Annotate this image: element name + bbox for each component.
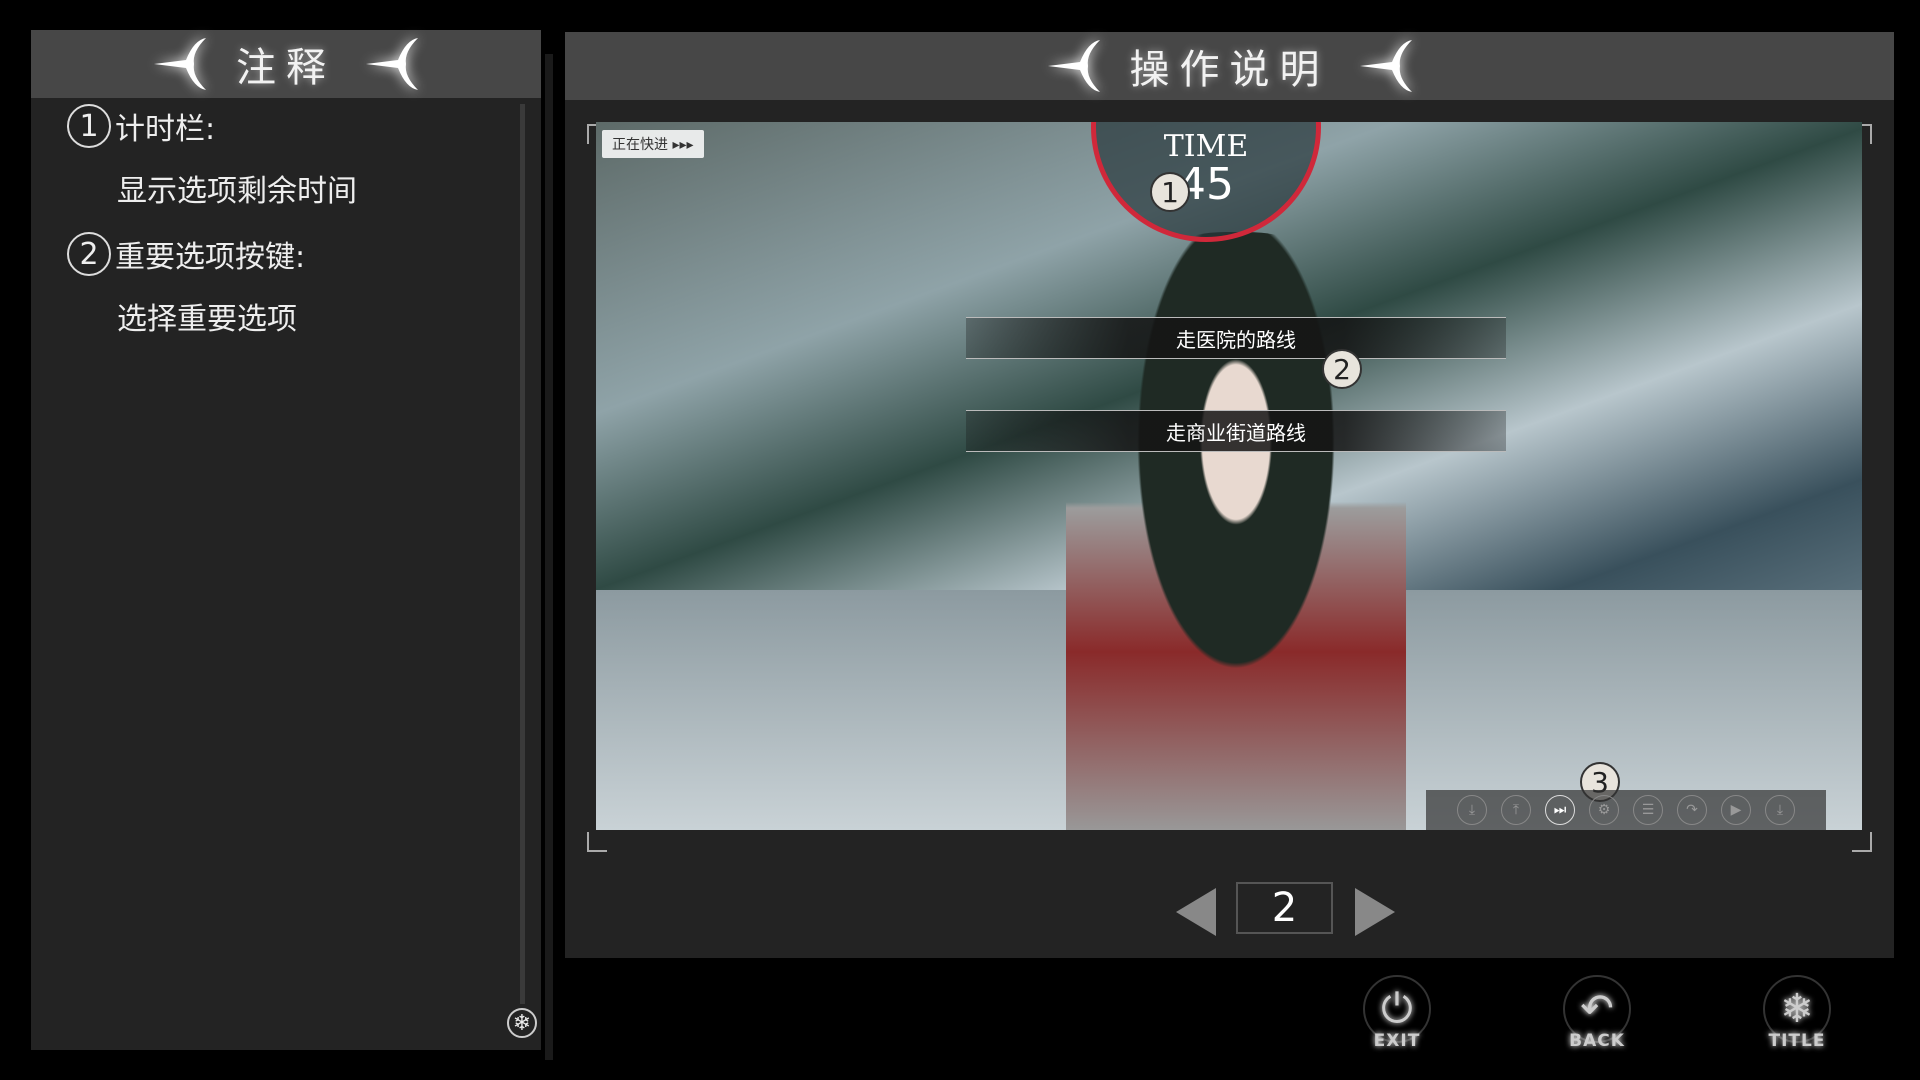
instructions-header: 操作说明 <box>565 32 1894 100</box>
note-desc-2: 选择重要选项 <box>117 302 297 337</box>
load-icon: ⤒ <box>1501 795 1531 825</box>
instructions-title: 操作说明 <box>1129 47 1330 93</box>
note-number: 1 <box>67 104 111 148</box>
fast-forward-icon: ⏭ <box>1545 795 1575 825</box>
exit-button[interactable]: ⏻ EXIT <box>1357 975 1437 1051</box>
next-page-arrow[interactable] <box>1355 888 1395 936</box>
ornament-icon <box>154 38 206 90</box>
snowflake-icon[interactable]: ❄ <box>507 1008 537 1038</box>
note-heading-1: 1 计时栏: <box>67 104 215 148</box>
timer-gauge: TIME 45 <box>1091 122 1321 242</box>
settings-icon: ⚙ <box>1589 795 1619 825</box>
back-button[interactable]: ↶ BACK <box>1557 975 1637 1051</box>
marker-2: 2 <box>1322 349 1362 389</box>
fast-forward-indicator: 正在快进 ▸▸▸ <box>602 130 704 158</box>
prev-page-arrow[interactable] <box>1176 888 1216 936</box>
quick-save-icon: ⤓ <box>1765 795 1795 825</box>
timer-value: 45 <box>1178 159 1234 210</box>
notes-title: 注释 <box>236 45 336 91</box>
skip-icon: ↷ <box>1677 795 1707 825</box>
auto-play-icon: ▶ <box>1721 795 1751 825</box>
notes-panel: 注释 1 计时栏: 显示选项剩余时间 2 重要选项按键: 选择重要选项 ❄ <box>31 30 553 1060</box>
pager: 2 <box>565 882 1894 942</box>
note-desc-1: 显示选项剩余时间 <box>117 174 357 209</box>
panel-shadow <box>545 54 553 1060</box>
notes-header: 注释 <box>31 30 541 98</box>
marker-1: 1 <box>1150 172 1190 212</box>
note-number: 2 <box>67 232 111 276</box>
instructions-panel: 操作说明 正在快进 ▸▸▸ TIME 45 1 走医院的路线 2 走商业街道路线… <box>565 32 1894 958</box>
log-icon: ☰ <box>1633 795 1663 825</box>
game-screenshot: 正在快进 ▸▸▸ TIME 45 1 走医院的路线 2 走商业街道路线 3 ⤓ … <box>596 122 1862 830</box>
ornament-icon <box>366 38 418 90</box>
scrollbar[interactable] <box>520 104 525 1004</box>
note-heading: 重要选项按键: <box>115 240 306 275</box>
ornament-icon <box>1359 40 1412 92</box>
note-heading: 计时栏: <box>115 112 216 147</box>
title-button[interactable]: ❄ TITLE <box>1757 975 1837 1051</box>
choice-button: 走医院的路线 <box>966 317 1506 359</box>
save-icon: ⤓ <box>1457 795 1487 825</box>
page-number: 2 <box>1236 882 1333 934</box>
title-label: TITLE <box>1768 1031 1826 1051</box>
exit-label: EXIT <box>1373 1031 1421 1051</box>
ornament-icon <box>1047 40 1100 92</box>
frame-corner <box>587 832 607 852</box>
back-label: BACK <box>1569 1031 1625 1051</box>
frame-corner <box>1852 832 1872 852</box>
choice-button: 走商业街道路线 <box>966 410 1506 452</box>
game-toolbar: ⤓ ⤒ ⏭ ⚙ ☰ ↷ ▶ ⤓ <box>1426 790 1826 830</box>
note-heading-2: 2 重要选项按键: <box>67 232 305 276</box>
